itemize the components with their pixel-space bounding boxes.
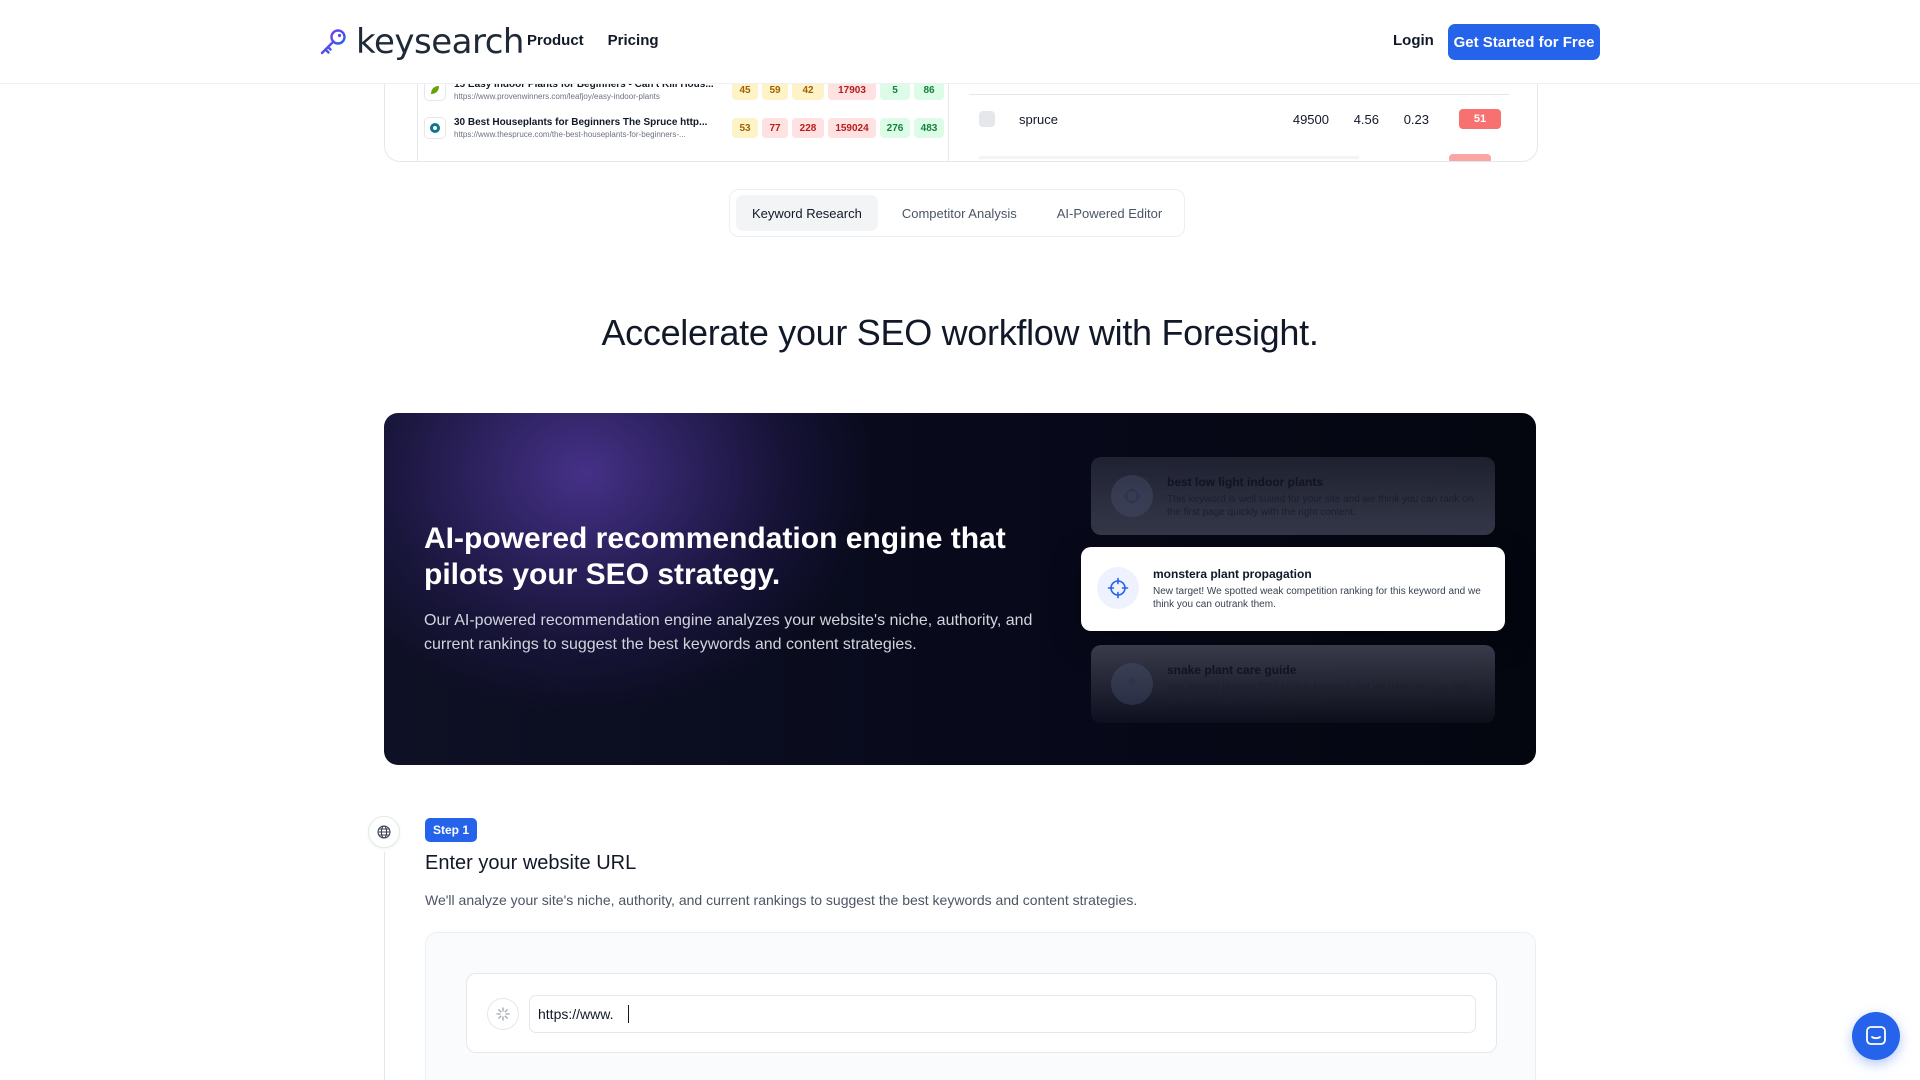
- tab-competitor-analysis[interactable]: Competitor Analysis: [886, 195, 1033, 231]
- globe-icon: [368, 816, 400, 848]
- logo[interactable]: keysearch: [318, 22, 524, 62]
- hero-title: AI-powered recommendation engine that pi…: [424, 522, 1006, 591]
- recommendation-text: This keyword is well suited for your sit…: [1167, 494, 1474, 518]
- metric-cell: 228: [792, 118, 824, 138]
- chat-icon: [1866, 1026, 1886, 1045]
- ai-recommendation-hero: AI-powered recommendation engine that pi…: [384, 413, 1536, 765]
- main-nav: Product Pricing: [527, 32, 659, 49]
- recommendation-title: snake plant care guide: [1167, 663, 1297, 677]
- recommendation-card-active[interactable]: monstera plant propagation New target! W…: [1081, 547, 1505, 631]
- tab-keyword-research[interactable]: Keyword Research: [736, 195, 878, 231]
- hero-description: Our AI-powered recommendation engine ana…: [424, 612, 1033, 653]
- key-logo-icon: [320, 29, 346, 55]
- keyword-text: spruce: [1019, 111, 1059, 127]
- recommendation-title: monstera plant propagation: [1153, 567, 1312, 581]
- recommendation-title: best low light indoor plants: [1167, 475, 1323, 489]
- recommendation-card: best low light indoor plants This keywor…: [1091, 457, 1495, 535]
- metric-cell: 483: [914, 118, 944, 138]
- keyword-row[interactable]: spruce 49500 4.56 0.23 51: [969, 104, 1509, 134]
- spruce-logo-icon: [424, 117, 446, 139]
- metric-cell: 159024: [828, 118, 876, 138]
- nav-pricing[interactable]: Pricing: [608, 32, 659, 49]
- metric-cell: 77: [762, 118, 788, 138]
- recommendation-text: New target! We spotted weak competition …: [1153, 586, 1481, 610]
- target-icon: [1097, 567, 1139, 609]
- serp-title: 30 Best Houseplants for Beginners The Sp…: [454, 117, 708, 128]
- arrow-up-icon: [1111, 663, 1153, 705]
- logo-text: keysearch: [356, 22, 524, 62]
- url-input-card: [466, 973, 1497, 1053]
- keyword-volume: 49500: [1292, 111, 1329, 127]
- tab-ai-powered-editor[interactable]: AI-Powered Editor: [1041, 195, 1179, 231]
- login-link[interactable]: Login: [1393, 32, 1434, 49]
- step-description: We'll analyze your site's niche, authori…: [425, 892, 1138, 908]
- keyword-ppc: 0.23: [1403, 111, 1429, 127]
- serp-url: https://www.provenwinners.com/leafjoy/ea…: [454, 92, 660, 101]
- serp-url: https://www.thespruce.com/the-best-house…: [454, 130, 686, 139]
- keyword-cpc: 4.56: [1353, 111, 1379, 127]
- row-checkbox[interactable]: [979, 111, 995, 127]
- step-timeline: [384, 852, 385, 1080]
- step-badge: Step 1: [425, 818, 478, 842]
- serp-row: 30 Best Houseplants for Beginners The Sp…: [418, 110, 950, 146]
- metric-cell: 53: [732, 118, 758, 138]
- page-headline: Accelerate your SEO workflow with Foresi…: [601, 312, 1319, 353]
- nav-product[interactable]: Product: [527, 32, 584, 49]
- website-url-input[interactable]: [529, 995, 1476, 1033]
- site-header: keysearch Product Pricing Login Get Star…: [0, 0, 1920, 84]
- url-input-panel: [425, 932, 1536, 1080]
- text-caret: [628, 1005, 629, 1023]
- feature-tabs: Keyword Research Competitor Analysis AI-…: [729, 189, 1186, 237]
- target-icon: [1111, 475, 1153, 517]
- metric-cell: 276: [880, 118, 910, 138]
- step-title: Enter your website URL: [425, 852, 637, 874]
- recommendation-text: You already ranking 23rd for this keywor…: [1167, 682, 1470, 706]
- chat-widget-button[interactable]: [1852, 1012, 1900, 1060]
- recommendation-card: snake plant care guide You already ranki…: [1091, 645, 1495, 723]
- loading-spinner-icon: [487, 998, 519, 1030]
- keyword-score-badge: 51: [1459, 109, 1501, 129]
- get-started-button[interactable]: Get Started for Free: [1448, 24, 1600, 60]
